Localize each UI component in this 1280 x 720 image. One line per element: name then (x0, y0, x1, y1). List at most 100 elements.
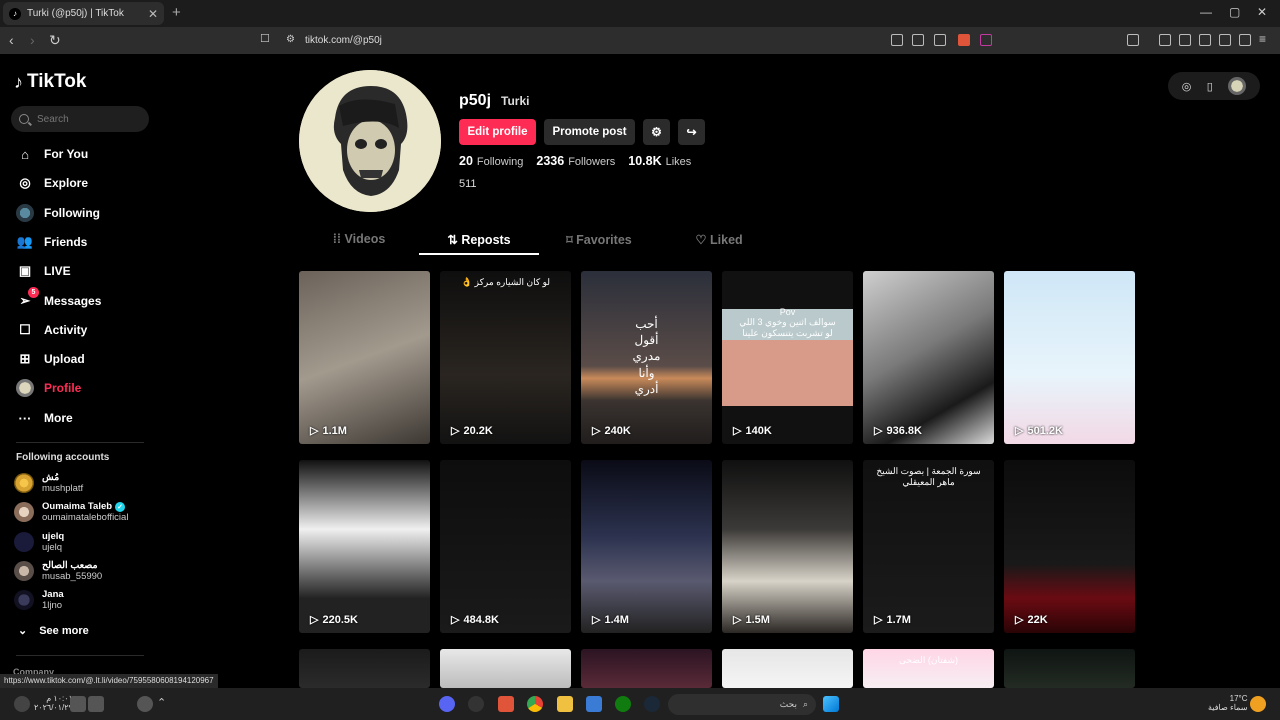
url-text[interactable]: tiktok.com/@p50j (305, 35, 382, 46)
view-count-text: 936.8K (886, 424, 922, 437)
video-card[interactable]: ▷ 22K (1004, 460, 1135, 633)
screenshot-icon[interactable] (912, 34, 924, 46)
live-icon: ▣ (18, 263, 32, 278)
tab-close-icon[interactable]: ✕ (148, 7, 158, 21)
discord-icon[interactable] (439, 696, 455, 712)
video-card[interactable]: ▷ 501.2K (1004, 271, 1135, 444)
nav-for-you[interactable]: ⌂ For You (16, 143, 88, 165)
tiktok-logo[interactable]: ♪ TikTok (14, 71, 86, 93)
following-stat[interactable]: 20 Following (459, 154, 523, 168)
taskbar-clock[interactable]: ١٠:٠١ م ٢٠٢٦/٠١/٢٩ (34, 694, 73, 712)
following-account[interactable]: Oumaima Taleb ✓ oumaimataleb​official (14, 501, 128, 523)
new-tab-icon[interactable]: + (172, 4, 181, 21)
tab-liked[interactable]: ♡ Liked (659, 226, 779, 255)
menu-icon[interactable]: ≡ (1259, 32, 1266, 46)
following-account[interactable]: Jana 1ljno (14, 589, 64, 611)
minimize-icon[interactable]: — (1200, 5, 1212, 19)
phone-icon[interactable]: ▯ (1207, 80, 1213, 93)
nav-more[interactable]: ··· More (16, 407, 73, 429)
wallet2-icon[interactable] (1199, 34, 1211, 46)
video-card[interactable]: ▷ 1.4M (581, 460, 712, 633)
close-window-icon[interactable]: ✕ (1257, 5, 1267, 19)
chrome-icon[interactable] (527, 696, 543, 712)
nav-messages[interactable]: ➢ 5 Messages (16, 287, 101, 312)
translate-icon[interactable] (891, 34, 903, 46)
video-card[interactable]: ▷ 936.8K (863, 271, 994, 444)
video-card[interactable] (1004, 649, 1135, 688)
browser-tab[interactable]: ♪ Turki (@p50j) | TikTok ✕ (3, 2, 164, 25)
wallet-icon[interactable] (1127, 34, 1139, 46)
steam-icon[interactable] (644, 696, 660, 712)
video-card[interactable]: ▷ 484.8K (440, 460, 571, 633)
video-card[interactable] (440, 649, 571, 688)
media-icon[interactable] (1159, 34, 1171, 46)
nav-upload[interactable]: ⊞ Upload (16, 348, 85, 370)
following-account[interactable]: مصعب الصالح musab_55990 (14, 560, 102, 582)
sidebar-toggle-icon[interactable] (1179, 34, 1191, 46)
coins-icon[interactable]: ◎ (1182, 80, 1192, 93)
xbox-icon[interactable] (615, 696, 631, 712)
video-card[interactable] (299, 649, 430, 688)
mic-icon[interactable] (137, 696, 153, 712)
view-count-text: 484.8K (463, 613, 499, 626)
taskbar-search[interactable]: بحث ⌕ (668, 694, 816, 715)
back-icon[interactable]: ‹ (9, 32, 14, 48)
video-card[interactable]: Pov سوالف اثنين وخوي 3 اللي لو تشربت يتن… (722, 271, 853, 444)
network-icon[interactable] (88, 696, 104, 712)
nav-activity[interactable]: ☐ Activity (16, 319, 87, 341)
brave-shield-icon[interactable] (958, 34, 970, 46)
store-icon[interactable] (586, 696, 602, 712)
following-account[interactable]: مُش mushplatf (14, 472, 83, 494)
speaker-icon[interactable] (70, 696, 86, 712)
share-page-icon[interactable] (934, 34, 946, 46)
brave-icon[interactable] (498, 696, 514, 712)
settings-tray-icon[interactable] (14, 696, 30, 712)
site-info-icon[interactable]: ⚙ (286, 34, 295, 45)
tiktok-note-icon: ♪ (14, 71, 23, 92)
video-card[interactable]: ▷ 1.5M (722, 460, 853, 633)
see-more-button[interactable]: ⌄ See more (18, 624, 89, 638)
nav-label: Profile (44, 381, 82, 395)
following-account[interactable]: ujelq ujelq (14, 531, 64, 553)
search-input[interactable] (37, 113, 137, 125)
nav-following[interactable]: Following (16, 202, 100, 224)
nav-profile[interactable]: Profile (16, 377, 81, 399)
settings-icon[interactable]: ⚙ (643, 119, 670, 145)
user-avatar[interactable] (1228, 77, 1247, 95)
video-card[interactable]: (شفتان) الضحى (863, 649, 994, 688)
reload-icon[interactable]: ↻ (49, 32, 61, 49)
chevron-up-icon[interactable]: ⌃ (157, 696, 173, 712)
file-explorer-icon[interactable] (557, 696, 573, 712)
bookmark-icon[interactable]: ☐ (260, 32, 270, 45)
maximize-icon[interactable]: ▢ (1229, 5, 1240, 19)
video-card[interactable] (722, 649, 853, 688)
vpn-icon[interactable] (1239, 34, 1251, 46)
view-count-text: 20.2K (463, 424, 493, 437)
promote-post-button[interactable]: Promote post (544, 119, 635, 145)
play-icon: ▷ (1015, 614, 1024, 626)
video-card[interactable]: لو كان الشياره مركز 👌 ▷ 20.2K (440, 271, 571, 444)
tab-favorites[interactable]: ⌑ Favorites (539, 226, 659, 255)
search-box[interactable] (11, 106, 149, 132)
nav-friends[interactable]: 👥 Friends (16, 231, 87, 253)
edit-profile-button[interactable]: Edit profile (459, 119, 536, 145)
forward-icon[interactable]: › (30, 32, 35, 48)
leo-ai-icon[interactable] (1219, 34, 1231, 46)
video-card[interactable]: ▷ 1.1M (299, 271, 430, 444)
share-icon[interactable]: ↪ (678, 119, 705, 145)
nav-live[interactable]: ▣ LIVE (16, 260, 71, 282)
weather-widget[interactable]: 17°C سماء صافية (1208, 694, 1248, 712)
tab-videos[interactable]: ⁞⁞ Videos (299, 226, 419, 255)
tab-reposts[interactable]: ⇅ Reposts (419, 226, 539, 255)
video-card[interactable]: سورة الجمعة | بصوت الشيخ ماهر المعيقلي ▷ 1… (863, 460, 994, 633)
video-card[interactable] (581, 649, 712, 688)
windows-start-icon[interactable] (823, 696, 839, 712)
rewards-icon[interactable] (980, 34, 992, 46)
app-icon[interactable] (468, 696, 484, 712)
profile-photo[interactable] (299, 70, 441, 212)
nav-explore[interactable]: ◎ Explore (16, 172, 88, 194)
followers-stat[interactable]: 2336 Followers (536, 154, 615, 168)
video-card[interactable]: ▷ 220.5K (299, 460, 430, 633)
following-count: 20 (459, 154, 473, 168)
video-card[interactable]: أحب أقول مدري وأنا أدري ▷ 240K (581, 271, 712, 444)
